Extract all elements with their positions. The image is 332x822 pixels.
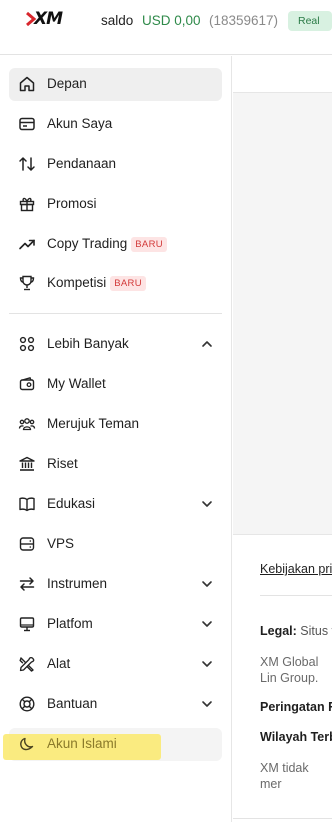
xm-global-text: XM Global Lin Group. <box>260 655 319 685</box>
chevron-down-icon[interactable] <box>200 577 214 591</box>
sidebar-item-label: Alat <box>47 656 71 671</box>
home-icon <box>18 75 36 93</box>
kompetisi-text: Kompetisi <box>47 275 107 290</box>
sidebar-item-bantuan[interactable]: Bantuan <box>9 688 222 721</box>
sidebar-item-edukasi[interactable]: Edukasi <box>9 488 222 521</box>
account-type-badge[interactable]: Real <box>288 11 332 31</box>
chevron-down-icon[interactable] <box>200 617 214 631</box>
restricted-regions-heading: Wilayah Terb <box>260 730 332 744</box>
sidebar-item-label: Lebih Banyak <box>47 336 129 351</box>
account-id: (18359617) <box>209 13 279 28</box>
wallet-icon <box>18 375 36 393</box>
sidebar-item-vps[interactable]: VPS <box>9 528 222 561</box>
sidebar-item-label: Bantuan <box>47 696 98 711</box>
tools-icon <box>18 655 36 673</box>
new-badge: BARU <box>110 276 146 291</box>
sidebar: Depan Akun Saya Pendanaan Promosi Copy T… <box>0 56 232 822</box>
sidebar-item-kompetisi[interactable]: Kompetisi BARU <box>9 267 222 300</box>
chevron-down-icon[interactable] <box>200 497 214 511</box>
bank-icon <box>18 455 36 473</box>
sidebar-item-akun-saya[interactable]: Akun Saya <box>9 108 222 141</box>
book-icon <box>18 495 36 513</box>
monitor-icon <box>18 615 36 633</box>
sidebar-item-label: VPS <box>47 536 75 551</box>
users-icon <box>18 415 36 433</box>
sidebar-item-label: My Wallet <box>47 376 106 391</box>
sidebar-item-label: Copy Trading BARU <box>47 236 167 252</box>
sidebar-item-label: Instrumen <box>47 576 108 591</box>
sidebar-item-label: Pendanaan <box>47 156 117 171</box>
sidebar-item-my-wallet[interactable]: My Wallet <box>9 368 222 401</box>
xm-logo[interactable]: XM <box>34 9 63 29</box>
legal-label: Legal: <box>260 624 297 638</box>
server-icon <box>18 535 36 553</box>
sidebar-item-lebih-banyak[interactable]: Lebih Banyak <box>9 328 222 361</box>
sidebar-item-pendanaan[interactable]: Pendanaan <box>9 148 222 181</box>
saldo-value: USD 0,00 <box>142 13 201 28</box>
sidebar-item-akun-islami-content[interactable]: Akun Islami <box>9 728 222 761</box>
top-header: XM saldo USD 0,00 (18359617) Real <box>0 0 332 55</box>
sidebar-item-copy-trading[interactable]: Copy Trading BARU <box>9 228 222 261</box>
sidebar-item-label: Edukasi <box>47 496 96 511</box>
restricted-regions-text: XM tidak mer pengguna be <box>260 761 316 794</box>
sidebar-item-instrumen[interactable]: Instrumen <box>9 568 222 601</box>
sidebar-item-merujuk-teman[interactable]: Merujuk Teman <box>9 408 222 441</box>
content-topbar <box>233 56 332 93</box>
moon-icon <box>18 735 36 753</box>
swap-icon <box>18 575 36 593</box>
saldo-label: saldo <box>101 13 134 28</box>
sidebar-divider <box>9 313 222 314</box>
chevron-down-icon[interactable] <box>200 657 214 671</box>
legal-body: Situs v <box>300 624 332 638</box>
sidebar-item-label: Platfom <box>47 616 93 631</box>
sidebar-item-alat[interactable]: Alat <box>9 648 222 681</box>
sidebar-item-platfom[interactable]: Platfom <box>9 608 222 641</box>
footer-bottom-divider <box>233 818 332 819</box>
sidebar-item-label: Akun Saya <box>47 116 113 131</box>
trophy-icon <box>18 274 36 292</box>
gift-icon <box>18 195 36 213</box>
copy-trading-text: Copy Trading <box>47 236 128 251</box>
grid-icon <box>18 335 36 353</box>
lifebuoy-icon <box>18 695 36 713</box>
sidebar-item-riset[interactable]: Riset <box>9 448 222 481</box>
sidebar-item-label: Merujuk Teman <box>47 416 140 431</box>
sidebar-item-label: Depan <box>47 76 87 91</box>
card-icon <box>18 115 36 133</box>
sidebar-item-label: Kompetisi BARU <box>47 275 146 291</box>
trend-up-icon <box>18 235 36 253</box>
privacy-policy-link[interactable]: Kebijakan pri <box>260 562 332 576</box>
legal-text: Legal: Situs v <box>260 624 332 638</box>
chevron-down-icon[interactable] <box>200 697 214 711</box>
main-content-area <box>233 93 332 535</box>
sidebar-item-label: Akun Islami <box>47 736 117 751</box>
sidebar-item-label: Riset <box>47 456 78 471</box>
sidebar-item-promosi[interactable]: Promosi <box>9 188 222 221</box>
chevron-up-icon[interactable] <box>200 337 214 351</box>
new-badge: BARU <box>131 237 167 252</box>
sidebar-item-label: Promosi <box>47 196 97 211</box>
footer-divider <box>260 595 332 596</box>
transfer-arrows-icon <box>18 155 36 173</box>
risk-warning-heading: Peringatan R <box>260 700 332 714</box>
sidebar-item-depan[interactable]: Depan <box>9 68 222 101</box>
